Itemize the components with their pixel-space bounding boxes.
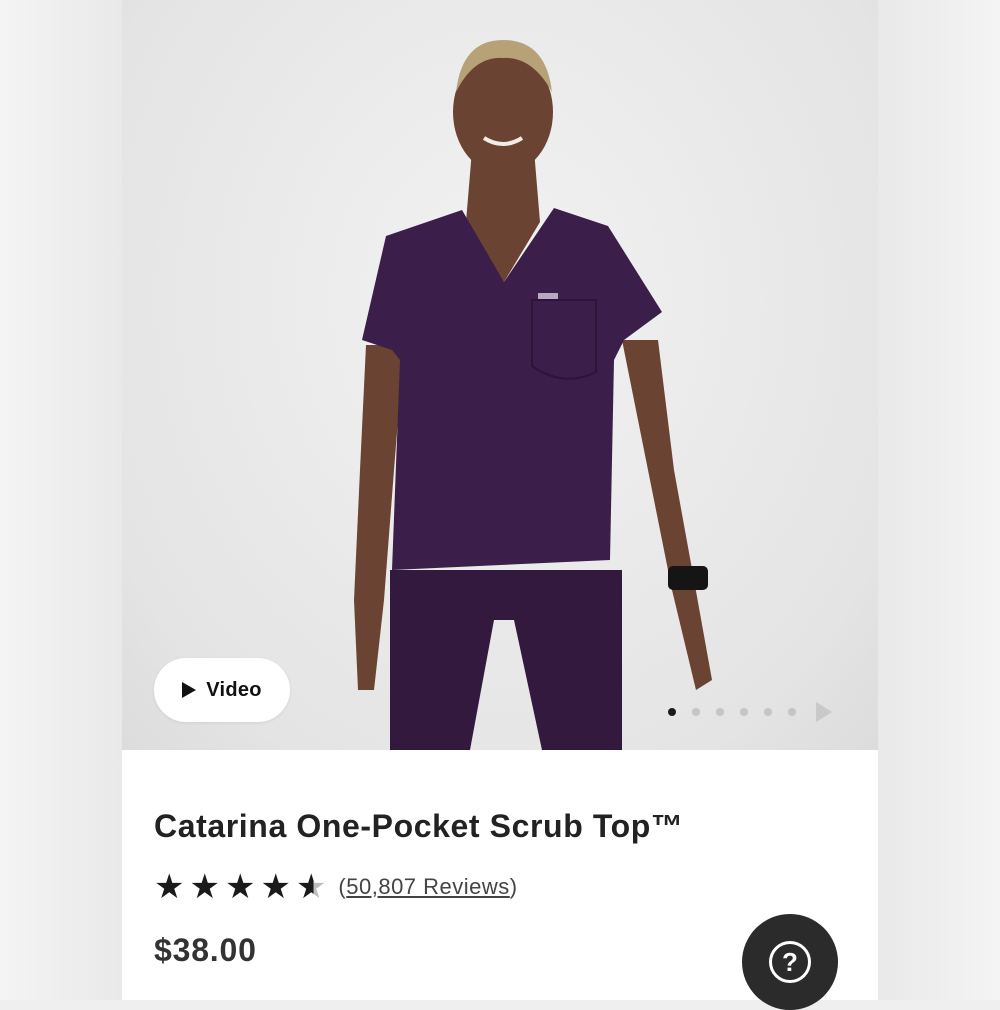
product-price: $38.00	[154, 932, 257, 968]
carousel-dot[interactable]	[788, 708, 796, 716]
star-icon: ★	[224, 868, 256, 906]
star-rating: ★ ★ ★ ★ ★	[154, 870, 326, 904]
rating-row: ★ ★ ★ ★ ★ (50,807 Reviews)	[154, 870, 518, 904]
reviews-close-paren: )	[509, 874, 518, 899]
reviews-count: (50,807 Reviews)	[338, 874, 517, 900]
star-icon: ★	[189, 868, 220, 906]
model-photo	[354, 40, 712, 750]
reviews-link[interactable]: 50,807 Reviews	[346, 874, 510, 899]
product-image[interactable]: Video	[122, 0, 878, 750]
carousel-dot[interactable]	[740, 708, 748, 716]
page-margin-left	[0, 0, 122, 1000]
carousel-dot[interactable]	[716, 708, 724, 716]
carousel-pagination	[668, 700, 832, 724]
star-icon: ★	[154, 868, 185, 906]
star-half-icon: ★	[295, 868, 327, 906]
carousel-dot[interactable]	[764, 708, 772, 716]
help-button[interactable]: ?	[742, 914, 838, 1010]
carousel-dot[interactable]	[692, 708, 700, 716]
video-button[interactable]: Video	[154, 658, 290, 722]
play-icon	[182, 682, 197, 698]
star-icon: ★	[260, 868, 291, 906]
video-label: Video	[206, 678, 262, 701]
question-mark-icon: ?	[769, 941, 811, 983]
product-title: Catarina One-Pocket Scrub Top™	[154, 808, 684, 844]
carousel-dot[interactable]	[668, 708, 676, 716]
page-margin-right	[878, 0, 1000, 1000]
chevron-right-icon[interactable]	[816, 702, 832, 722]
